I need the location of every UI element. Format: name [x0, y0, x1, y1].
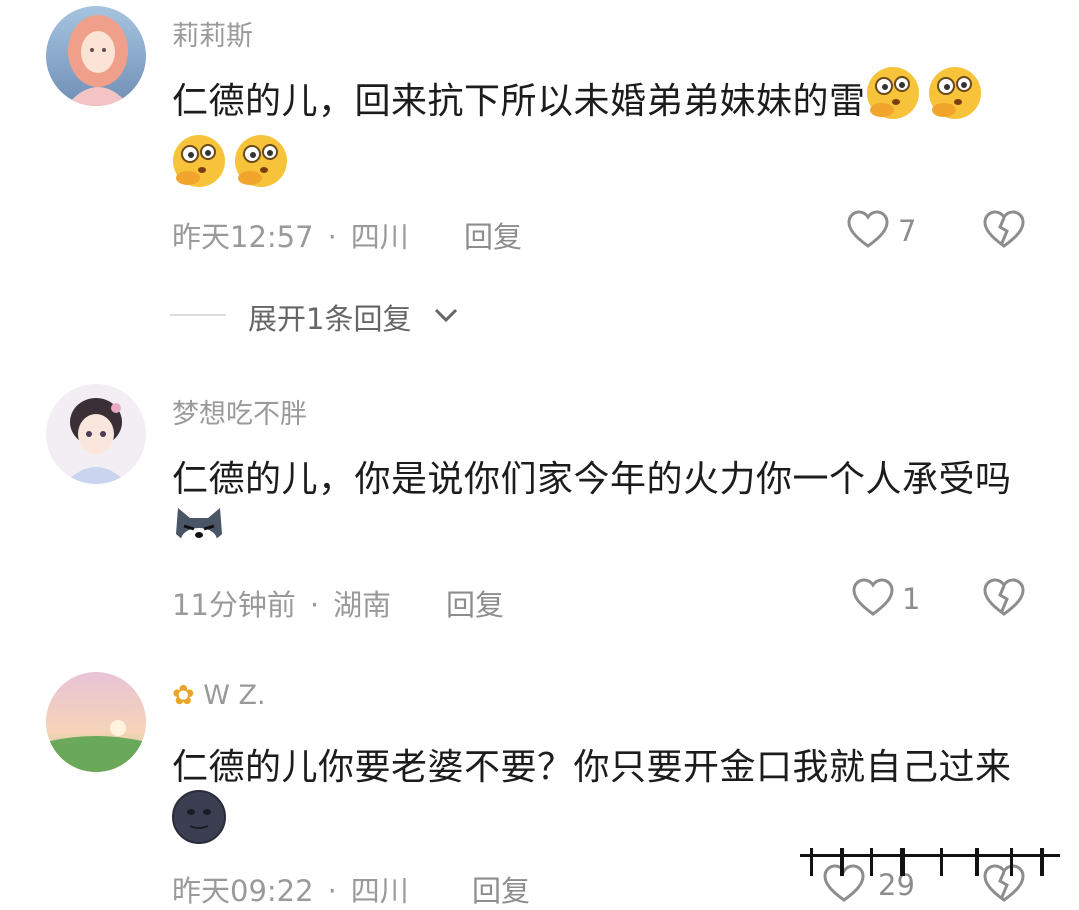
comment-text: 仁德的儿，你是说你们家今年的火力你一个人承受吗 [172, 459, 1012, 500]
thinking-emoji-icon [235, 135, 287, 187]
comment-text: 仁德的儿你要老婆不要？你只要开金口我就自己过来 [172, 747, 1012, 788]
comment-meta: 11分钟前 · 湖南 [172, 582, 391, 624]
reply-button[interactable]: 回复 [446, 582, 504, 624]
heart-icon[interactable] [851, 578, 895, 618]
separator: · [309, 588, 320, 622]
comment-text: 仁德的儿，回来抗下所以未婚弟弟妹妹的雷 [172, 81, 866, 122]
username[interactable]: ✿ W Z. [172, 680, 266, 711]
separator: · [327, 220, 337, 254]
avatar[interactable] [46, 6, 146, 106]
timestamp: 11分钟前 [172, 588, 296, 622]
dark-face-emoji-icon [172, 790, 226, 844]
username-text: W Z. [203, 680, 266, 711]
broken-heart-icon[interactable] [982, 578, 1026, 618]
comment-meta: 昨天12:57 · 四川 [172, 214, 409, 256]
like-count: 1 [902, 582, 921, 616]
divider [170, 314, 226, 316]
avatar[interactable] [46, 384, 146, 484]
broken-heart-icon[interactable] [982, 210, 1026, 250]
chevron-down-icon [434, 308, 458, 323]
timestamp: 昨天12:57 [172, 220, 314, 254]
thinking-emoji-icon [867, 67, 919, 119]
username[interactable]: 莉莉斯 [172, 14, 253, 53]
sunflower-icon: ✿ [172, 680, 195, 711]
username[interactable]: 梦想吃不胖 [172, 392, 307, 431]
comment-meta: 昨天09:22 · 四川 [172, 868, 409, 910]
reply-button[interactable]: 回复 [472, 868, 530, 910]
like-count: 7 [898, 214, 917, 248]
location: 四川 [350, 220, 409, 254]
location: 湖南 [333, 588, 392, 622]
thinking-emoji-icon [929, 67, 981, 119]
barcode-watermark-icon [800, 848, 1060, 876]
thinking-emoji-icon [173, 135, 225, 187]
avatar[interactable] [46, 672, 146, 772]
heart-icon[interactable] [846, 210, 890, 250]
wolf-emoji-icon [176, 508, 222, 552]
expand-replies-label: 展开1条回复 [248, 302, 412, 336]
reply-button[interactable]: 回复 [464, 214, 522, 256]
